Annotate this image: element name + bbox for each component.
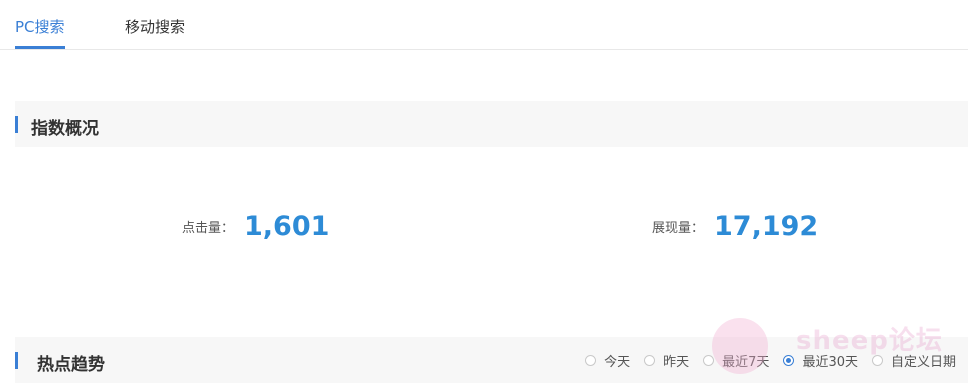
clicks-value: 1,601 <box>244 210 330 242</box>
radio-label: 最近30天 <box>802 355 858 370</box>
radio-circle-icon[interactable] <box>644 355 656 366</box>
radio-circle-icon[interactable] <box>703 355 715 366</box>
radio-last-7-days[interactable]: 最近7天 <box>703 351 769 370</box>
clicks-label: 点击量： <box>182 220 235 236</box>
impressions-value: 17,192 <box>714 210 819 242</box>
impressions-label: 展现量： <box>652 220 705 236</box>
tab-pc-search[interactable]: PC搜索 <box>15 16 65 37</box>
radio-label: 昨天 <box>663 355 690 370</box>
radio-circle-icon[interactable] <box>585 355 597 366</box>
radio-yesterday[interactable]: 昨天 <box>644 351 689 370</box>
clicks-metric: 点击量： 1,601 <box>182 208 329 244</box>
section-accent-bar <box>15 116 18 133</box>
radio-last-30-days[interactable]: 最近30天 <box>783 351 858 370</box>
radio-label: 今天 <box>604 355 631 370</box>
tab-mobile-search[interactable]: 移动搜索 <box>125 16 185 37</box>
section-accent-bar <box>15 352 18 369</box>
radio-custom-date[interactable]: 自定义日期 <box>871 351 956 370</box>
radio-circle-icon[interactable] <box>871 355 883 366</box>
search-type-tabs: PC搜索 移动搜索 <box>0 0 968 50</box>
radio-label: 自定义日期 <box>890 355 956 370</box>
radio-label: 最近7天 <box>722 355 770 370</box>
active-tab-indicator <box>15 46 65 49</box>
radio-today[interactable]: 今天 <box>585 351 630 370</box>
impressions-metric: 展现量： 17,192 <box>652 208 818 244</box>
radio-checked-icon[interactable] <box>783 355 795 366</box>
overview-section-header: 指数概况 <box>15 101 968 147</box>
date-range-selector: 今天 昨天 最近7天 最近30天 自定义日期 <box>571 351 956 370</box>
overview-title: 指数概况 <box>31 119 99 139</box>
trend-title: 热点趋势 <box>37 355 105 375</box>
